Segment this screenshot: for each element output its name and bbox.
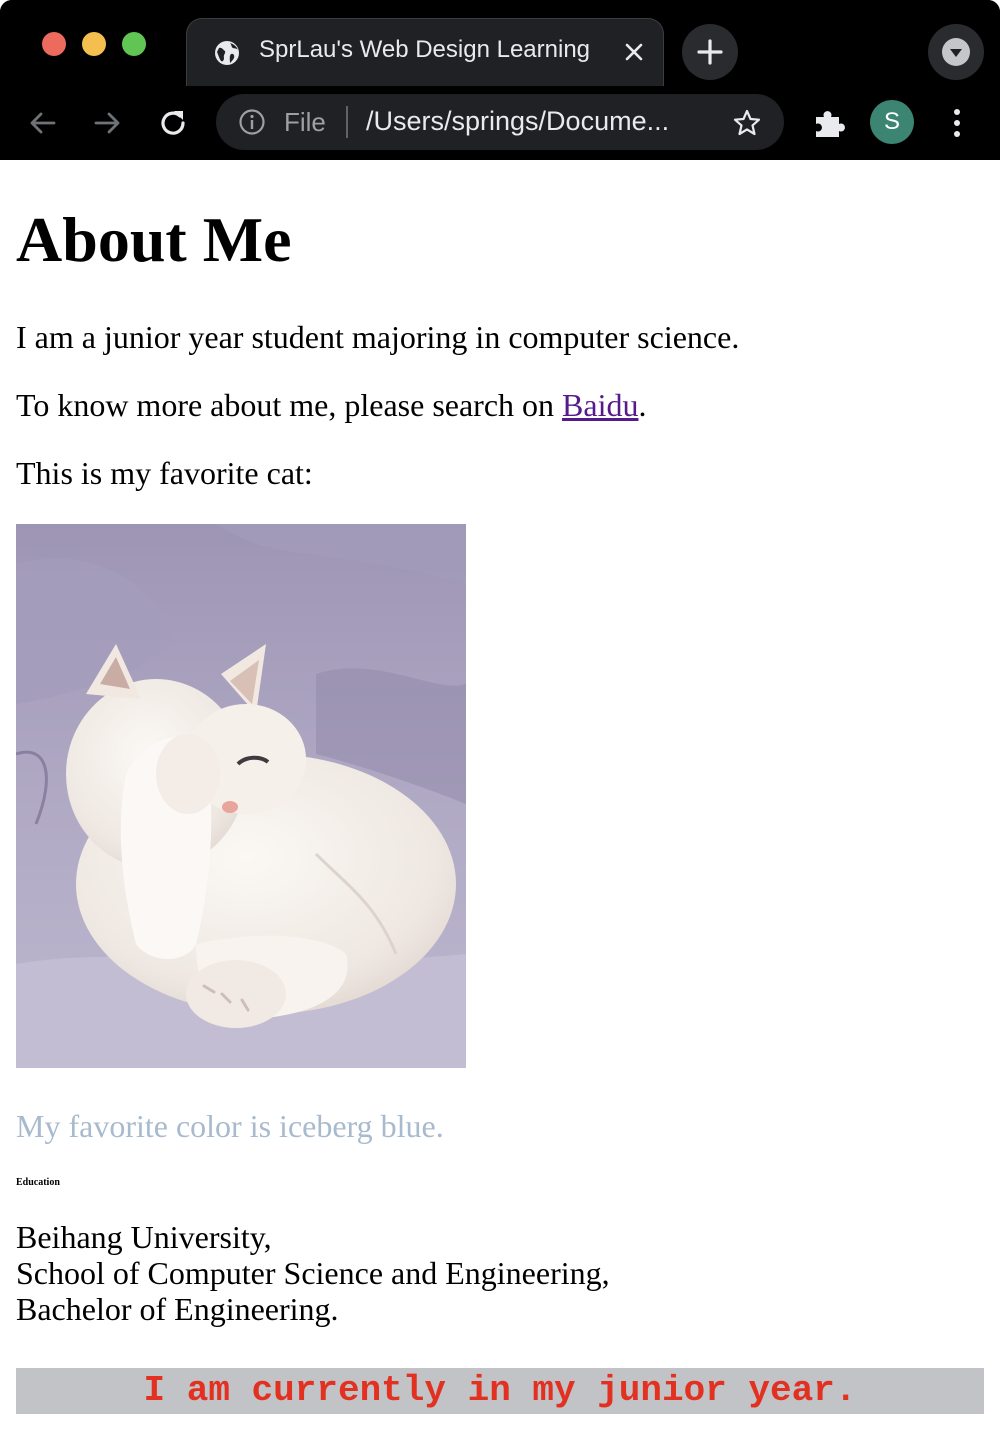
toolbar: File /Users/springs/Docume... S [0,86,1000,160]
favorite-color-text: My favorite color is iceberg blue. [16,1108,444,1144]
info-icon[interactable] [238,108,266,136]
education-line-degree: Bachelor of Engineering. [16,1291,339,1327]
new-tab-button[interactable] [682,24,738,80]
browser-window: SprLau's Web Design Learning File /Users… [0,0,1000,1434]
globe-icon [215,41,239,65]
junior-year-banner: I am currently in my junior year. [16,1368,984,1414]
junior-year-banner-text: I am currently in my junior year. [143,1370,857,1411]
tab-strip: SprLau's Web Design Learning [0,0,1000,86]
reload-icon[interactable] [156,106,190,140]
intro-text: I am a junior year student majoring in c… [16,319,740,355]
kebab-menu-icon[interactable] [940,106,974,140]
window-minimize-button[interactable] [82,32,106,56]
baidu-link[interactable]: Baidu [562,387,638,423]
page-content: About Me I am a junior year student majo… [0,160,1000,1434]
omnibox-divider [346,106,348,138]
window-close-button[interactable] [42,32,66,56]
search-prefix-text: To know more about me, please search on [16,387,563,423]
search-sentence: To know more about me, please search on … [16,385,646,425]
close-icon[interactable] [623,41,645,63]
back-arrow-icon[interactable] [26,106,60,140]
tab-search-button[interactable] [928,24,984,80]
tab-active[interactable]: SprLau's Web Design Learning [186,18,664,86]
page-title: About Me [16,204,292,275]
education-heading: Education [16,1177,60,1188]
education-line-university: Beihang University, [16,1219,272,1255]
url-scheme-label: File [284,107,326,137]
cat-caption: This is my favorite cat: [16,455,313,491]
forward-arrow-icon[interactable] [90,106,124,140]
url-text[interactable]: /Users/springs/Docume... [366,106,716,137]
cat-photo [16,524,466,1068]
puzzle-icon[interactable] [812,106,846,140]
star-icon[interactable] [732,108,762,138]
plus-icon [697,39,723,65]
tab-title: SprLau's Web Design Learning [259,36,591,63]
search-suffix-text: . [638,387,647,423]
address-bar[interactable]: File /Users/springs/Docume... [216,94,784,150]
education-line-school: School of Computer Science and Engineeri… [16,1255,610,1291]
profile-avatar[interactable]: S [870,100,914,144]
window-maximize-button[interactable] [122,32,146,56]
chevron-down-icon [950,49,962,57]
